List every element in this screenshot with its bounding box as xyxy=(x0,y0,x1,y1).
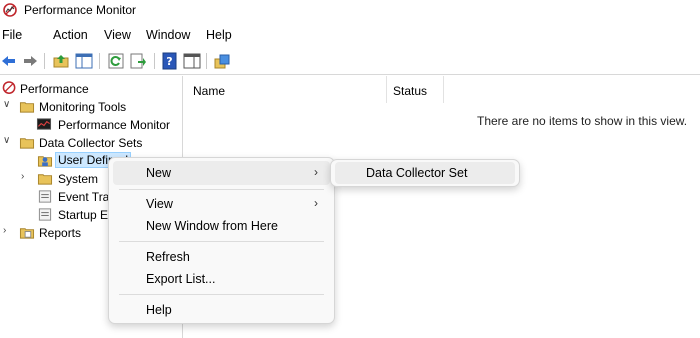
startup-event-icon xyxy=(38,208,52,221)
toolbar-separator xyxy=(99,53,100,69)
chevron-down-icon[interactable]: ∨ xyxy=(3,99,15,113)
menu-item-new-window-from-here[interactable]: New Window from Here xyxy=(113,214,330,238)
tree-node-startup-event[interactable]: Startup Ev xyxy=(0,206,114,224)
menu-item-label: Data Collector Set xyxy=(366,166,468,180)
performance-icon xyxy=(2,81,16,94)
menu-item-data-collector-set[interactable]: Data Collector Set xyxy=(335,162,515,184)
refresh-icon[interactable] xyxy=(107,52,125,70)
tree-label: Event Trac xyxy=(58,190,116,204)
menu-bar: File Action View Window Help xyxy=(0,24,700,46)
column-header-status[interactable]: Status xyxy=(387,76,444,103)
event-trace-icon xyxy=(38,190,52,203)
user-folder-icon xyxy=(37,156,53,167)
folder-icon xyxy=(19,138,35,149)
help-icon[interactable]: ? xyxy=(161,52,179,70)
toolbar-separator xyxy=(206,53,207,69)
menu-help[interactable]: Help xyxy=(206,28,232,42)
tree-label: Data Collector Sets xyxy=(39,136,143,150)
menu-item-label: Export List... xyxy=(146,272,216,286)
tree-node-performance[interactable]: Performance xyxy=(0,80,180,98)
menu-window[interactable]: Window xyxy=(146,28,190,42)
chevron-down-icon[interactable]: ∨ xyxy=(3,135,15,149)
chevron-right-icon: › xyxy=(314,165,318,179)
tree-node-system[interactable]: › System xyxy=(0,170,110,188)
toolbar-separator xyxy=(154,53,155,69)
tree-label: Startup Ev xyxy=(58,208,115,222)
title-bar: Performance Monitor xyxy=(0,0,700,22)
menu-item-label: Refresh xyxy=(146,250,190,264)
chevron-right-icon[interactable]: › xyxy=(3,225,15,239)
up-folder-icon[interactable] xyxy=(52,52,70,70)
menu-item-label: View xyxy=(146,197,173,211)
window-title: Performance Monitor xyxy=(24,3,137,17)
menu-item-view[interactable]: View › xyxy=(113,192,330,216)
folder-icon xyxy=(37,174,53,185)
menu-item-label: Help xyxy=(146,303,172,317)
menu-view[interactable]: View xyxy=(104,28,131,42)
export-list-icon[interactable] xyxy=(129,52,147,70)
new-submenu: Data Collector Set xyxy=(330,159,520,187)
performance-monitor-app-icon xyxy=(3,3,17,17)
menu-item-label: New Window from Here xyxy=(146,219,278,233)
menu-separator xyxy=(119,294,324,295)
tree-label: Performance Monitor xyxy=(58,118,171,132)
properties-icon[interactable] xyxy=(213,52,231,70)
menu-item-refresh[interactable]: Refresh xyxy=(113,245,330,269)
menu-file[interactable]: File xyxy=(2,28,22,42)
tree-label: System xyxy=(58,172,99,186)
tree-node-reports[interactable]: › Reports xyxy=(0,224,110,242)
menu-action[interactable]: Action xyxy=(53,28,88,42)
folder-icon xyxy=(19,102,35,113)
chevron-right-icon[interactable]: › xyxy=(21,171,33,185)
menu-separator xyxy=(119,241,324,242)
column-header-name[interactable]: Name xyxy=(184,76,387,103)
reports-folder-icon xyxy=(19,228,35,239)
column-header-label: Status xyxy=(393,84,428,98)
toolbar-separator xyxy=(44,53,45,69)
forward-arrow-icon[interactable] xyxy=(21,52,39,70)
toolbar: ? xyxy=(0,47,700,75)
column-header-label: Name xyxy=(193,84,226,98)
menu-item-export-list[interactable]: Export List... xyxy=(113,267,330,291)
tree-node-monitoring-tools[interactable]: ∨ Monitoring Tools xyxy=(0,98,180,116)
menu-item-help[interactable]: Help xyxy=(113,298,330,322)
tree-node-event-trace[interactable]: Event Trac xyxy=(0,188,115,206)
back-arrow-icon[interactable] xyxy=(0,52,18,70)
menu-separator xyxy=(119,189,324,190)
tree-label: Monitoring Tools xyxy=(39,100,127,114)
context-menu: New › View › New Window from Here Refres… xyxy=(108,157,335,324)
tree-node-data-collector-sets[interactable]: ∨ Data Collector Sets xyxy=(0,134,180,152)
show-hide-action-pane-icon[interactable] xyxy=(183,52,201,70)
tree-label: Performance xyxy=(20,82,89,96)
tree-node-performance-monitor[interactable]: Performance Monitor xyxy=(0,116,180,134)
chevron-right-icon: › xyxy=(314,196,318,210)
svg-text:?: ? xyxy=(166,55,172,68)
empty-list-message: There are no items to show in this view. xyxy=(477,114,688,128)
tree-label: Reports xyxy=(39,226,82,240)
chart-monitor-icon xyxy=(36,118,52,130)
menu-item-label: New xyxy=(146,166,172,180)
menu-item-new[interactable]: New › xyxy=(113,161,330,185)
show-hide-tree-icon[interactable] xyxy=(75,52,93,70)
